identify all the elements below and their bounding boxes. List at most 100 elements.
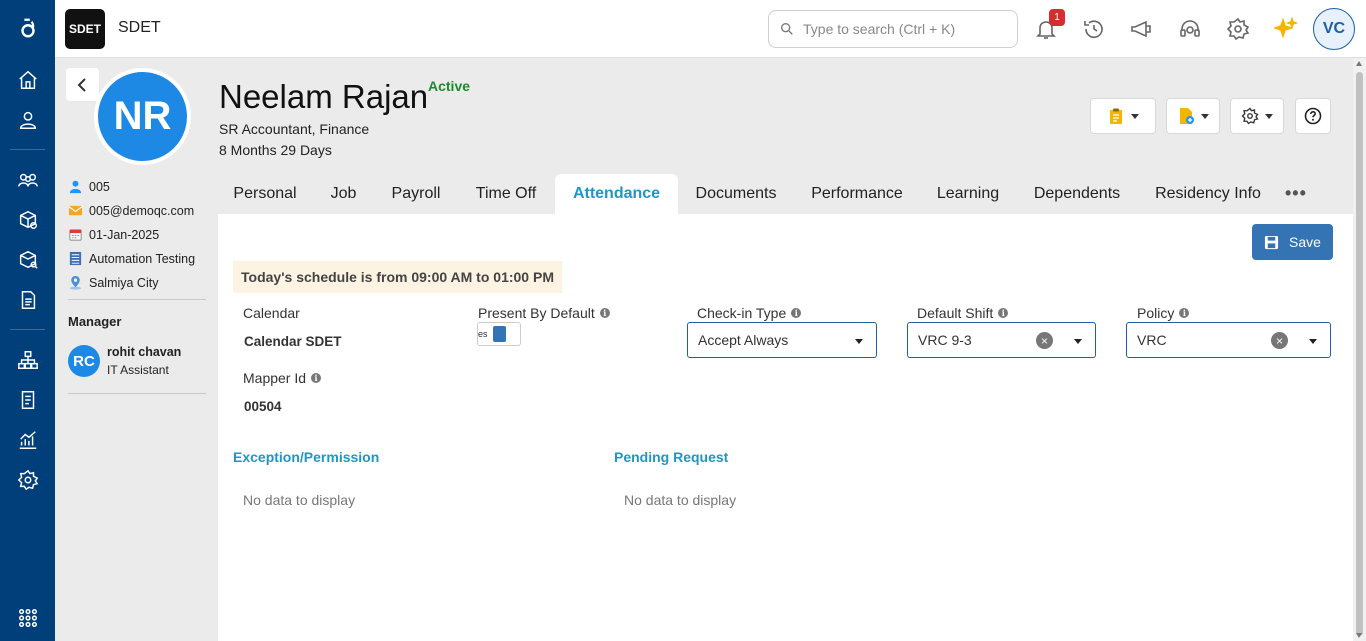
employee-name: Neelam Rajan — [219, 78, 429, 115]
caret-down-icon — [1131, 113, 1139, 119]
employee-id: 005 — [89, 179, 110, 194]
toggle-knob — [493, 326, 506, 342]
policy-label: Policy i — [1137, 305, 1190, 321]
clear-icon[interactable]: × — [1271, 332, 1288, 349]
employee-role: SR Accountant, Finance — [219, 121, 370, 137]
info-icon[interactable]: i — [599, 308, 610, 318]
announcements-button[interactable] — [1126, 14, 1156, 44]
support-button[interactable] — [1175, 14, 1205, 44]
document-icon[interactable] — [14, 286, 42, 314]
box-search-icon[interactable] — [14, 246, 42, 274]
more-tabs-icon[interactable]: ••• — [1285, 183, 1307, 204]
search-input[interactable] — [803, 21, 1003, 37]
top-bar: SDET SDET 1 VC — [55, 0, 1366, 58]
profile-divider — [68, 299, 206, 300]
calendar-icon — [69, 229, 82, 241]
tab-dependents[interactable]: Dependents — [1021, 174, 1133, 214]
manager-name[interactable]: rohit chavan — [107, 345, 181, 359]
scroll-down-icon[interactable] — [1356, 633, 1362, 638]
email-icon — [68, 205, 83, 216]
back-button[interactable] — [66, 68, 99, 101]
org-logo[interactable]: SDET — [65, 9, 105, 49]
tab-time-off[interactable]: Time Off — [462, 174, 550, 214]
settings-button[interactable] — [1223, 14, 1253, 44]
tab-documents[interactable]: Documents — [683, 174, 789, 214]
policy-value: VRC — [1137, 332, 1167, 348]
employee-id-row: 005 — [68, 179, 110, 194]
clipboard-menu-button[interactable] — [1090, 98, 1156, 134]
help-button[interactable] — [1295, 98, 1331, 134]
building-icon — [69, 251, 82, 266]
chevron-left-icon — [77, 77, 86, 92]
clear-icon[interactable]: × — [1036, 332, 1053, 349]
rail-divider — [10, 329, 45, 330]
settings-icon[interactable] — [14, 466, 42, 494]
team-icon[interactable] — [14, 166, 42, 194]
tab-attendance[interactable]: Attendance — [555, 174, 678, 214]
employee-join-date: 01-Jan-2025 — [89, 227, 160, 242]
info-icon[interactable]: i — [1179, 308, 1190, 318]
mapper-id-label: Mapper Id i — [243, 370, 322, 386]
pending-request-title: Pending Request — [614, 449, 729, 465]
report-icon[interactable] — [14, 386, 42, 414]
rail-divider — [10, 149, 45, 150]
ai-assistant-button[interactable] — [1271, 14, 1301, 44]
dropdown-arrow-icon[interactable] — [1074, 339, 1082, 344]
dropdown-arrow-icon[interactable] — [1309, 339, 1317, 344]
tab-job[interactable]: Job — [318, 174, 369, 214]
checkin-type-select[interactable]: Accept Always — [687, 322, 877, 358]
user-avatar-button[interactable]: VC — [1313, 8, 1355, 50]
tab-residency-info[interactable]: Residency Info — [1143, 174, 1273, 214]
tab-learning[interactable]: Learning — [925, 174, 1011, 214]
box-settings-icon[interactable] — [14, 206, 42, 234]
manager-divider — [68, 393, 206, 394]
user-icon[interactable] — [14, 106, 42, 134]
policy-select[interactable]: VRC × — [1126, 322, 1331, 358]
present-by-default-toggle[interactable]: es — [477, 322, 521, 346]
apps-grid-icon[interactable] — [14, 604, 42, 632]
tab-personal[interactable]: Personal — [222, 174, 308, 214]
analytics-icon[interactable] — [14, 426, 42, 454]
profile-settings-button[interactable] — [1230, 98, 1284, 134]
manager-avatar[interactable]: RC — [68, 345, 100, 377]
home-icon[interactable] — [14, 66, 42, 94]
person-icon — [69, 180, 82, 194]
present-by-default-label-text: Present By Default — [478, 305, 595, 321]
save-button[interactable]: Save — [1252, 224, 1333, 260]
employee-join-date-row: 01-Jan-2025 — [68, 227, 159, 242]
employee-location: Salmiya City — [89, 275, 159, 290]
calendar-value: Calendar SDET — [244, 334, 342, 349]
history-icon — [1084, 20, 1103, 39]
employee-location-row: Salmiya City — [68, 275, 158, 290]
manager-label: Manager — [68, 314, 122, 329]
tab-performance[interactable]: Performance — [799, 174, 915, 214]
dropdown-arrow-icon[interactable] — [855, 339, 863, 344]
manager-title: IT Assistant — [107, 363, 169, 377]
employee-avatar: NR — [94, 68, 191, 165]
gear-icon — [1226, 17, 1250, 41]
info-icon[interactable]: i — [998, 308, 1009, 318]
org-chart-icon[interactable] — [14, 346, 42, 374]
notifications-button[interactable]: 1 — [1031, 9, 1065, 44]
page-scrollbar[interactable] — [1353, 58, 1366, 641]
brand-logo-icon[interactable] — [14, 14, 42, 42]
document-menu-button[interactable] — [1166, 98, 1220, 134]
caret-down-icon — [1201, 113, 1209, 119]
default-shift-select[interactable]: VRC 9-3 × — [907, 322, 1096, 358]
employee-email: 005@demoqc.com — [89, 203, 195, 218]
employee-tenure: 8 Months 29 Days — [219, 142, 332, 158]
tab-payroll[interactable]: Payroll — [380, 174, 452, 214]
clipboard-icon — [1110, 108, 1122, 124]
policy-label-text: Policy — [1137, 305, 1175, 321]
scroll-up-icon[interactable] — [1356, 61, 1362, 66]
mapper-id-value: 00504 — [244, 399, 282, 414]
sparkles-icon — [1274, 17, 1298, 39]
global-search[interactable] — [768, 10, 1018, 48]
info-icon[interactable]: i — [311, 373, 322, 383]
info-icon[interactable]: i — [791, 308, 802, 318]
checkin-type-label-text: Check-in Type — [697, 305, 787, 321]
scroll-thumb[interactable] — [1356, 72, 1363, 636]
history-button[interactable] — [1079, 14, 1109, 44]
exception-empty-text: No data to display — [243, 492, 356, 508]
megaphone-icon — [1131, 20, 1151, 38]
